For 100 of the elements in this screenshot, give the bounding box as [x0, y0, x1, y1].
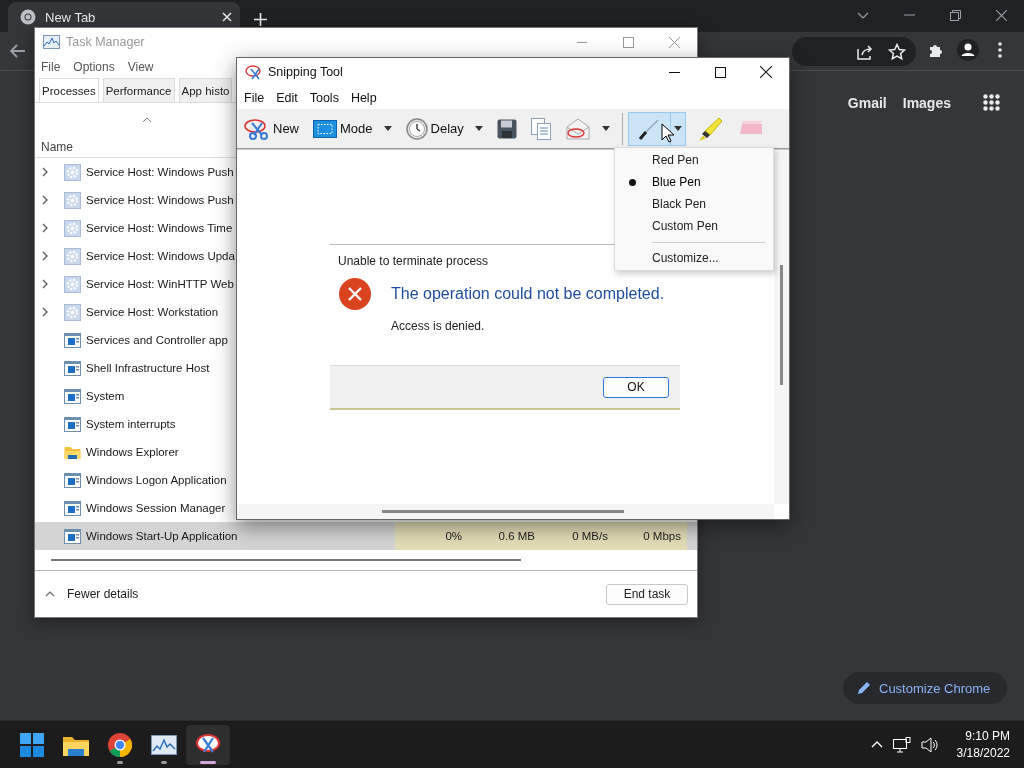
- process-row[interactable]: Service Host: Windows Push: [35, 186, 236, 214]
- profile-button[interactable]: [956, 38, 980, 62]
- volume-button[interactable]: [920, 736, 939, 753]
- mode-button[interactable]: Mode: [309, 111, 396, 146]
- process-name: Windows Start-Up Application: [86, 530, 238, 542]
- app-window-icon: [64, 472, 81, 488]
- scrollbar-thumb[interactable]: [51, 559, 521, 561]
- error-icon: [339, 278, 371, 310]
- highlighter-icon: [696, 115, 723, 142]
- process-name: System: [86, 390, 125, 402]
- caret-icon: [601, 126, 610, 131]
- tab[interactable]: Processes: [39, 78, 99, 102]
- chrome-icon: [20, 9, 36, 25]
- process-row[interactable]: Services and Controller app: [35, 326, 236, 354]
- process-row[interactable]: Service Host: Workstation: [35, 298, 236, 326]
- menu-item[interactable]: Red Pen: [615, 149, 773, 171]
- app-window-icon: [64, 388, 81, 404]
- header-link[interactable]: Images: [902, 94, 951, 111]
- process-row[interactable]: Windows Logon Application: [35, 466, 236, 494]
- chevron-right-icon: [42, 223, 49, 233]
- plus-icon: [254, 13, 267, 26]
- taskbar-button[interactable]: [186, 724, 230, 765]
- chevron-right-icon: [42, 251, 49, 261]
- gear-icon: [64, 163, 81, 181]
- chevron-right-icon: [42, 307, 49, 317]
- process-row[interactable]: System: [35, 382, 236, 410]
- end-task-button[interactable]: End task: [606, 583, 688, 605]
- minimize-icon: [577, 41, 587, 43]
- menu-item[interactable]: Black Pen: [615, 193, 773, 215]
- clock[interactable]: 9:10 PM 3/18/2022: [956, 729, 1010, 760]
- scrollbar-thumb[interactable]: [780, 265, 783, 385]
- pen-button[interactable]: [627, 111, 686, 146]
- process-row[interactable]: Service Host: Windows Time: [35, 214, 236, 242]
- gear-icon: [64, 247, 81, 265]
- fewer-details-toggle[interactable]: Fewer details: [45, 587, 139, 601]
- new-snip-button[interactable]: New: [240, 111, 303, 146]
- process-row[interactable]: Shell Infrastructure Host: [35, 354, 236, 382]
- minimize-icon: [668, 71, 680, 73]
- back-button[interactable]: [10, 44, 26, 58]
- process-row[interactable]: Windows Explorer: [35, 438, 236, 466]
- ok-button[interactable]: OK: [603, 376, 669, 398]
- chevron-right-icon: [42, 167, 49, 177]
- menu-item[interactable]: Custom Pen: [615, 215, 773, 237]
- chevron-up-icon: [45, 591, 55, 597]
- process-row[interactable]: Windows Start-Up Application 0% 0.6 MB 0 MB/s 0 Mbps: [35, 522, 697, 550]
- process-row[interactable]: System interrupts: [35, 410, 236, 438]
- app-window-icon: [64, 360, 81, 376]
- menu-item[interactable]: View: [127, 60, 154, 74]
- network-button[interactable]: [892, 736, 911, 753]
- process-name: Service Host: Windows Push: [86, 194, 234, 206]
- tab[interactable]: App histo: [178, 78, 233, 102]
- process-row[interactable]: Windows Session Manager: [35, 494, 236, 522]
- close-icon: [222, 12, 232, 22]
- gear-icon: [64, 191, 81, 209]
- process-name: Windows Explorer: [86, 446, 179, 458]
- address-bar[interactable]: [792, 37, 916, 66]
- tab[interactable]: Performance: [102, 78, 175, 102]
- table-cell: 0 MB/s: [541, 522, 614, 550]
- column-header[interactable]: Name: [41, 139, 73, 154]
- maximize-icon: [714, 66, 726, 78]
- task-manager-icon: [43, 35, 60, 49]
- windows-logo-icon: [20, 732, 44, 757]
- process-row[interactable]: Service Host: Windows Upda: [35, 242, 236, 270]
- caret-icon: [474, 126, 483, 131]
- pen-icon: [636, 116, 661, 141]
- sort-caret-icon: [142, 116, 152, 123]
- back-arrow-icon: [10, 44, 26, 58]
- puzzle-icon: [928, 42, 944, 58]
- menu-item[interactable]: Help: [350, 90, 377, 105]
- app-window-icon: [64, 416, 81, 432]
- menu-item[interactable]: Customize...: [615, 247, 773, 269]
- menu-item[interactable]: File: [41, 60, 61, 74]
- clock-icon: [405, 117, 428, 140]
- avatar-icon: [957, 39, 979, 61]
- header-link[interactable]: Gmail: [847, 94, 887, 111]
- scissors-icon: [245, 64, 263, 80]
- menu-item[interactable]: Tools: [309, 90, 339, 105]
- close-tab-button[interactable]: [222, 12, 232, 22]
- menu-item[interactable]: Blue Pen: [615, 171, 773, 193]
- process-row[interactable]: Service Host: Windows Push: [35, 158, 236, 186]
- process-row[interactable]: Service Host: WinHTTP Web: [35, 270, 236, 298]
- process-name: Service Host: Workstation: [86, 306, 219, 318]
- caret-icon: [673, 126, 682, 131]
- scrollbar-thumb[interactable]: [382, 510, 624, 513]
- menu-item[interactable]: Options: [73, 60, 115, 74]
- window-title: Snipping Tool: [268, 65, 343, 79]
- gear-icon: [64, 219, 81, 237]
- new-tab-button[interactable]: [254, 13, 267, 26]
- customize-chrome-button[interactable]: Customize Chrome: [843, 672, 1007, 704]
- copy-icon: [530, 117, 551, 140]
- process-name: Service Host: WinHTTP Web: [86, 278, 234, 290]
- delay-button[interactable]: Delay: [401, 111, 487, 146]
- speaker-icon: [920, 736, 939, 753]
- menu-item[interactable]: File: [244, 90, 265, 105]
- menu-item[interactable]: Edit: [276, 90, 298, 105]
- process-name: Service Host: Windows Push: [86, 166, 234, 178]
- show-hidden-icons-button[interactable]: [870, 741, 883, 748]
- dialog-heading: The operation could not be completed.: [391, 285, 666, 303]
- process-name: Service Host: Windows Upda: [86, 250, 235, 262]
- table-cell: 0%: [395, 522, 468, 550]
